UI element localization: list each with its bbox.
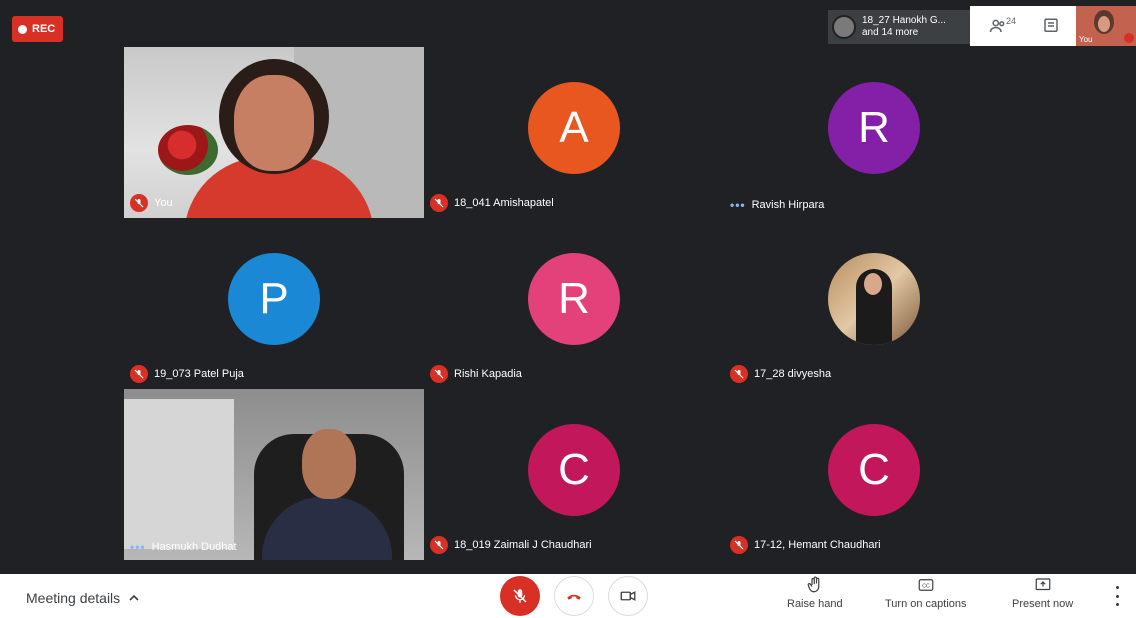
- mic-off-icon: [730, 365, 748, 383]
- chat-button[interactable]: [1026, 6, 1076, 46]
- mic-off-icon: [430, 194, 448, 212]
- meeting-details-label: Meeting details: [26, 590, 121, 606]
- captions-icon: CC: [918, 579, 934, 591]
- participant-label: ••• Hasmukh Dudhat: [130, 540, 237, 554]
- more-options-button[interactable]: [1110, 586, 1124, 606]
- present-now-button[interactable]: Present now: [1012, 576, 1073, 610]
- participant-name: You: [154, 197, 173, 209]
- speaking-indicator-icon: •••: [730, 198, 746, 212]
- meeting-details-button[interactable]: Meeting details: [26, 590, 140, 606]
- participant-label: ••• Ravish Hirpara: [730, 198, 824, 212]
- participant-avatar: P: [228, 253, 320, 345]
- participant-name: Hasmukh Dudhat: [151, 541, 237, 553]
- participant-avatar: R: [528, 253, 620, 345]
- mic-off-icon: [513, 589, 527, 603]
- self-view-label: You: [1079, 35, 1093, 44]
- participant-photo: [828, 253, 920, 345]
- background-window: [124, 399, 234, 549]
- people-icon: [989, 19, 1005, 33]
- participant-tile[interactable]: 17_28 divyesha: [724, 218, 1024, 389]
- top-bar: REC 18_27 Hanokh G... and 14 more 24 You: [0, 0, 1136, 46]
- chat-icon: [1044, 18, 1058, 32]
- mic-off-icon: [1124, 33, 1134, 43]
- present-now-label: Present now: [1012, 598, 1074, 610]
- more-dot: [1115, 586, 1119, 589]
- mic-off-icon: [430, 536, 448, 554]
- mic-off-icon: [130, 194, 148, 212]
- participant-label: Rishi Kapadia: [430, 365, 522, 383]
- photo-person-face: [864, 273, 882, 295]
- participant-face: [234, 75, 314, 171]
- participants-chip-line1: 18_27 Hanokh G...: [862, 15, 946, 26]
- hand-icon: [807, 576, 820, 593]
- participant-label: 17_28 divyesha: [730, 365, 831, 383]
- participants-chip[interactable]: 18_27 Hanokh G... and 14 more: [828, 10, 970, 44]
- participant-tile[interactable]: You: [124, 47, 424, 218]
- more-dot: [1115, 594, 1119, 598]
- video-camera-icon: [620, 591, 636, 601]
- mic-off-icon: [430, 365, 448, 383]
- participants-chip-line2: and 14 more: [862, 27, 919, 38]
- recording-badge: REC: [12, 16, 64, 42]
- participant-label: 18_041 Amishapatel: [430, 194, 554, 212]
- captions-label: Turn on captions: [885, 598, 967, 610]
- flower-decoration: [158, 125, 218, 175]
- participant-name: 17-12, Hemant Chaudhari: [754, 539, 881, 551]
- participant-tile[interactable]: ••• Hasmukh Dudhat: [124, 389, 424, 560]
- recording-label: REC: [32, 23, 56, 35]
- participant-label: 19_073 Patel Puja: [130, 365, 244, 383]
- participant-face: [302, 429, 356, 499]
- participant-avatar: R: [828, 82, 920, 174]
- participants-chip-text: 18_27 Hanokh G... and 14 more: [862, 15, 946, 39]
- chevron-up-icon: [129, 594, 139, 601]
- hang-up-icon: [567, 594, 581, 600]
- svg-text:CC: CC: [922, 584, 930, 590]
- present-screen-icon: [1035, 578, 1050, 591]
- raise-hand-button[interactable]: Raise hand: [787, 576, 843, 610]
- microphone-toggle-button[interactable]: [500, 576, 540, 616]
- people-button[interactable]: 24: [970, 6, 1026, 46]
- participant-label: 18_019 Zaimali J Chaudhari: [430, 536, 592, 554]
- participant-avatar: [832, 15, 856, 39]
- top-right-controls: 24: [970, 6, 1076, 46]
- captions-button[interactable]: CC Turn on captions: [885, 576, 967, 610]
- participant-name: 18_019 Zaimali J Chaudhari: [454, 539, 592, 551]
- mic-off-icon: [130, 365, 148, 383]
- participant-avatar: C: [528, 424, 620, 516]
- participant-tile[interactable]: C 17-12, Hemant Chaudhari: [724, 389, 1024, 560]
- raise-hand-label: Raise hand: [787, 598, 843, 610]
- participant-name: 18_041 Amishapatel: [454, 197, 554, 209]
- participant-tile[interactable]: R Rishi Kapadia: [424, 218, 724, 389]
- participant-name: 17_28 divyesha: [754, 368, 832, 380]
- participant-tile[interactable]: P 19_073 Patel Puja: [124, 218, 424, 389]
- more-dot: [1115, 603, 1119, 606]
- bottom-bar: Meeting details Raise hand CC Turn on ca…: [0, 574, 1136, 618]
- participant-name: Rishi Kapadia: [454, 368, 522, 380]
- participant-avatar: C: [828, 424, 920, 516]
- self-view-thumbnail[interactable]: You: [1076, 6, 1136, 46]
- people-count: 24: [1006, 16, 1017, 26]
- participant-tile[interactable]: C 18_019 Zaimali J Chaudhari: [424, 389, 724, 560]
- record-dot-icon: [18, 24, 27, 34]
- participant-name: 19_073 Patel Puja: [154, 368, 244, 380]
- participant-name: Ravish Hirpara: [751, 199, 825, 211]
- camera-toggle-button[interactable]: [608, 576, 648, 616]
- participant-tile[interactable]: R ••• Ravish Hirpara: [724, 47, 1024, 218]
- participant-avatar: A: [528, 82, 620, 174]
- participant-grid: You A 18_041 Amishapatel R ••• Ravish Hi…: [124, 47, 1024, 560]
- self-view-face: [1094, 10, 1114, 34]
- participant-label: 17-12, Hemant Chaudhari: [730, 536, 881, 554]
- mic-off-icon: [730, 536, 748, 554]
- speaking-indicator-icon: •••: [130, 540, 146, 554]
- leave-call-button[interactable]: [554, 576, 594, 616]
- participant-tile[interactable]: A 18_041 Amishapatel: [424, 47, 724, 218]
- participant-label: You: [130, 194, 173, 212]
